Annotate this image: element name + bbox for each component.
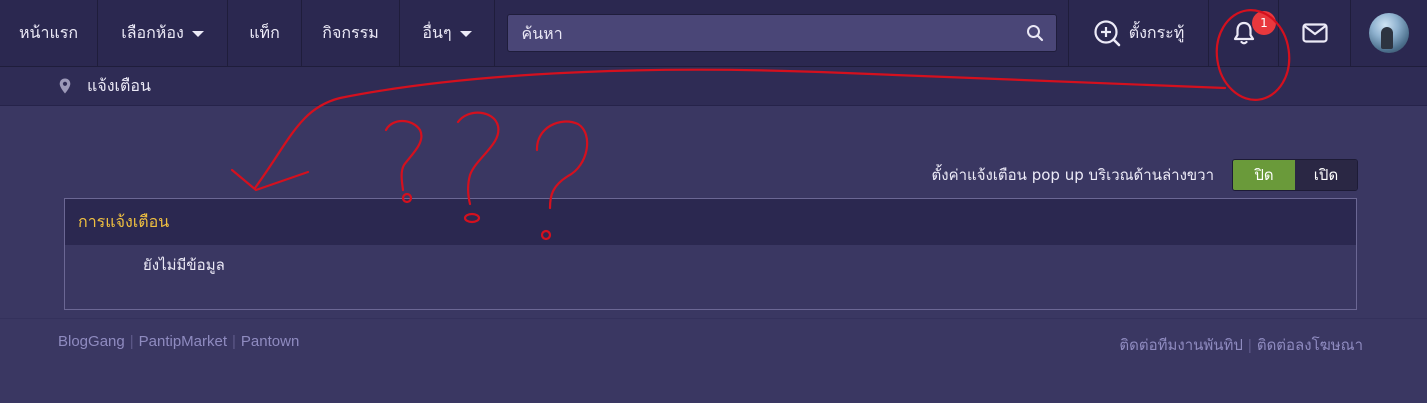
popup-setting-label: ตั้งค่าแจ้งเตือน pop up บริเวณด้านล่างขว…	[931, 165, 1215, 184]
nav-rooms-dropdown[interactable]: เลือกห้อง	[98, 0, 228, 66]
breadcrumb-current: แจ้งเตือน	[87, 75, 151, 95]
footer-link-advertise[interactable]: ติดต่อลงโฆษณา	[1257, 333, 1363, 357]
nav-home[interactable]: หน้าแรก	[0, 0, 98, 66]
annotation-question-mark	[535, 120, 589, 210]
nav-activities[interactable]: กิจกรรม	[302, 0, 400, 66]
search-input[interactable]	[521, 23, 1002, 43]
search-box	[506, 14, 1057, 52]
nav-activities-label: กิจกรรม	[322, 22, 379, 42]
footer-link-bloggang[interactable]: BlogGang	[58, 333, 125, 350]
top-navbar: หน้าแรก เลือกห้อง แท็ก กิจกรรม อื่นๆ ตั้…	[0, 0, 1427, 67]
mail-icon	[1301, 23, 1328, 43]
nav-tags-label: แท็ก	[249, 22, 280, 42]
footer-divider	[0, 318, 1427, 319]
annotation-arrow-head	[230, 168, 310, 192]
footer-link-pantipmarket[interactable]: PantipMarket	[139, 333, 227, 350]
breadcrumb: แจ้งเตือน	[0, 67, 1427, 106]
new-topic-button[interactable]: ตั้งกระทู้	[1069, 0, 1209, 66]
footer-separator: |	[232, 333, 236, 350]
toggle-on-button[interactable]: เปิด	[1295, 159, 1357, 190]
chevron-down-icon	[191, 31, 204, 37]
annotation-question-mark	[384, 119, 423, 192]
avatar	[1369, 13, 1409, 53]
map-pin-icon	[59, 78, 71, 94]
notification-count-badge: 1	[1252, 11, 1276, 35]
nav-more-dropdown[interactable]: อื่นๆ	[400, 0, 495, 66]
nav-more-label: อื่นๆ	[422, 22, 452, 42]
messages-button[interactable]	[1279, 0, 1351, 66]
popup-notification-setting: ตั้งค่าแจ้งเตือน pop up บริเวณด้านล่างขว…	[890, 158, 1358, 191]
footer-left-links: BlogGang | PantipMarket | Pantown	[58, 333, 299, 350]
notifications-empty-text: ยังไม่มีข้อมูล	[143, 256, 225, 274]
annotation-question-mark	[456, 111, 500, 206]
add-circle-icon	[1093, 19, 1121, 47]
nav-rooms-label: เลือกห้อง	[121, 22, 184, 42]
nav-tags[interactable]: แท็ก	[228, 0, 302, 66]
toggle-off-button[interactable]: ปิด	[1233, 159, 1295, 190]
nav-home-label: หน้าแรก	[18, 22, 79, 42]
search-icon[interactable]	[1026, 24, 1044, 42]
footer-link-contact-team[interactable]: ติดต่อทีมงานพันทิป	[1119, 333, 1243, 357]
new-topic-label: ตั้งกระทู้	[1128, 22, 1185, 42]
footer-right-links: ติดต่อทีมงานพันทิป | ติดต่อลงโฆษณา	[1119, 333, 1363, 357]
search-bar	[495, 0, 1069, 66]
notifications-header: การแจ้งเตือน	[65, 199, 1356, 245]
footer-separator: |	[129, 333, 134, 350]
footer-separator: |	[1247, 336, 1252, 354]
footer-link-pantown[interactable]: Pantown	[241, 333, 299, 350]
popup-toggle: ปิด เปิด	[1232, 158, 1358, 191]
chevron-down-icon	[459, 31, 472, 37]
profile-menu[interactable]	[1351, 0, 1427, 66]
notifications-panel: การแจ้งเตือน ยังไม่มีข้อมูล	[64, 198, 1357, 310]
